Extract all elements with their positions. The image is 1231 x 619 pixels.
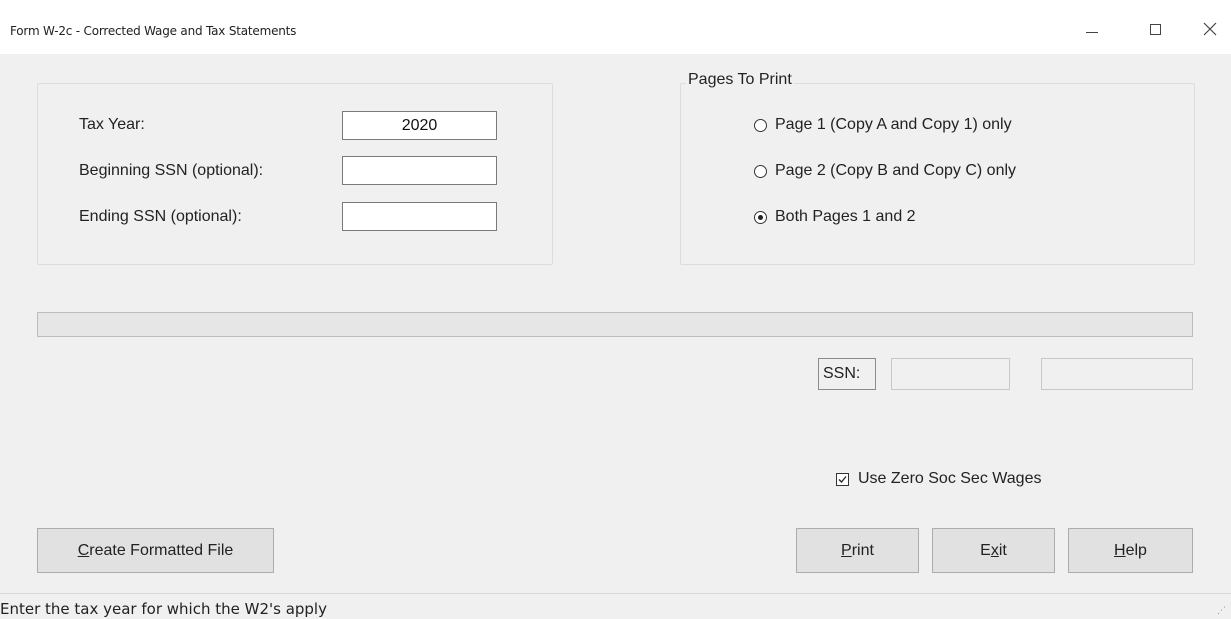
tax-year-label: Tax Year: (79, 116, 145, 133)
exit-button[interactable]: Exit (932, 528, 1055, 573)
minimize-icon[interactable] (1072, 14, 1112, 44)
ending-ssn-input[interactable] (342, 202, 497, 231)
radio-page-2-only[interactable]: Page 2 (Copy B and Copy C) only (754, 162, 1016, 180)
close-icon[interactable] (1190, 14, 1230, 44)
tax-year-input[interactable]: 2020 (342, 111, 497, 140)
checkbox-checked-icon[interactable] (836, 472, 849, 486)
beginning-ssn-input[interactable] (342, 156, 497, 185)
radio-label: Both Pages 1 and 2 (775, 208, 916, 225)
resize-grip-icon[interactable]: ⋰ (1217, 606, 1227, 616)
ssn-display-field-1 (891, 358, 1010, 390)
w2c-window: Form W-2c - Corrected Wage and Tax State… (0, 0, 1231, 619)
ssn-display-field-2 (1041, 358, 1193, 390)
maximize-icon[interactable] (1135, 14, 1175, 44)
progress-bar (37, 312, 1193, 337)
use-zero-soc-sec-checkbox-row[interactable]: Use Zero Soc Sec Wages (836, 470, 1041, 488)
radio-button[interactable] (754, 164, 767, 178)
radio-label: Page 2 (Copy B and Copy C) only (775, 162, 1017, 179)
print-button[interactable]: Print (796, 528, 919, 573)
status-text: Enter the tax year for which the W2's ap… (0, 600, 327, 618)
radio-button-selected[interactable] (754, 210, 767, 224)
radio-button[interactable] (754, 118, 767, 132)
window-title: Form W-2c - Corrected Wage and Tax State… (10, 24, 297, 38)
use-zero-soc-sec-label: Use Zero Soc Sec Wages (858, 470, 1042, 487)
pages-to-print-legend: Pages To Print (686, 71, 794, 89)
help-button[interactable]: Help (1068, 528, 1193, 573)
title-bar: Form W-2c - Corrected Wage and Tax State… (0, 0, 1231, 54)
radio-label: Page 1 (Copy A and Copy 1) only (775, 116, 1012, 133)
status-bar: Enter the tax year for which the W2's ap… (0, 593, 1231, 619)
ending-ssn-label: Ending SSN (optional): (79, 208, 242, 225)
radio-both-pages[interactable]: Both Pages 1 and 2 (754, 208, 916, 226)
beginning-ssn-label: Beginning SSN (optional): (79, 162, 264, 179)
create-formatted-file-button[interactable]: Create Formatted File (37, 528, 274, 573)
radio-page-1-only[interactable]: Page 1 (Copy A and Copy 1) only (754, 116, 1012, 134)
ssn-label: SSN: (818, 358, 876, 390)
